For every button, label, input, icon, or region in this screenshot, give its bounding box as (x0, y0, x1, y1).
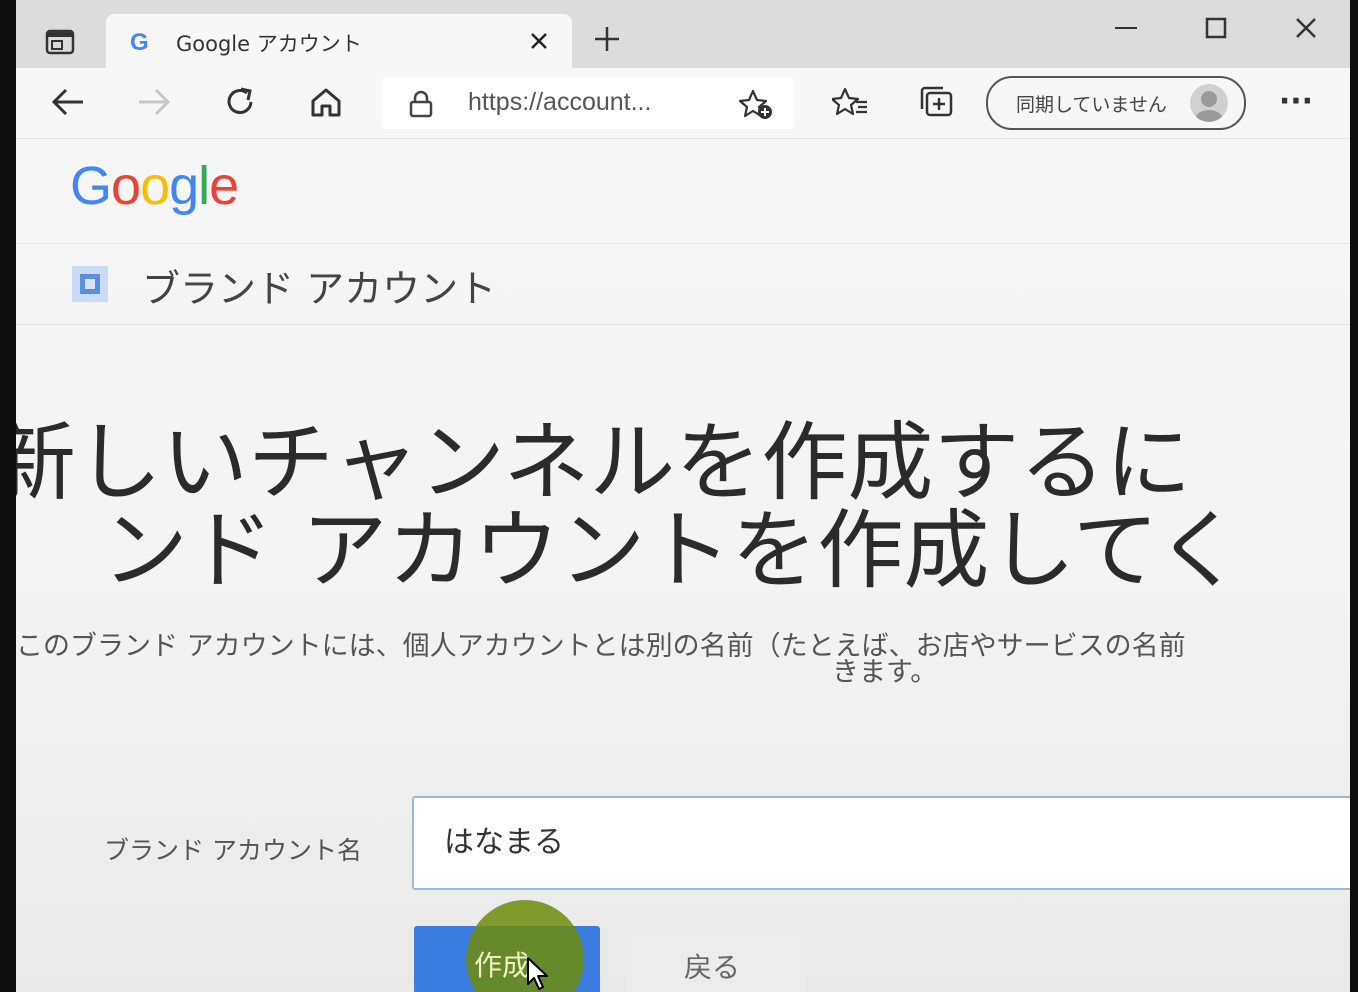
close-icon (1296, 18, 1316, 38)
maximize-button[interactable] (1186, 12, 1246, 44)
brand-account-header: ブランド アカウント (16, 244, 1350, 325)
brand-account-name-input[interactable]: はなまる (412, 796, 1350, 890)
back-button[interactable] (46, 82, 90, 122)
google-header: Google (16, 139, 1350, 244)
profile-avatar-icon (1190, 84, 1228, 122)
create-button[interactable]: 作成 (414, 900, 600, 992)
create-button-label: 作成 (474, 949, 531, 982)
refresh-button[interactable] (218, 82, 262, 122)
page-content: Google ブランド アカウント 新しいチャンネルを作成するに ンド アカウン… (16, 139, 1350, 992)
tab-actions-icon (45, 29, 75, 55)
collections-button[interactable] (914, 82, 958, 122)
headline-line-1: 新しいチャンネルを作成するに (16, 413, 1192, 513)
forward-arrow-icon (139, 88, 171, 116)
browser-tab[interactable]: G Google アカウント (106, 14, 572, 68)
forward-button[interactable] (132, 82, 176, 122)
tab-close-icon[interactable] (530, 32, 548, 50)
favorites-icon (832, 87, 867, 116)
url-text[interactable]: https://account... (468, 88, 651, 117)
description-text: このブランド アカウントには、個人アカウントとは別の名前（たとえば、お店やサービ… (16, 631, 1186, 687)
back-arrow-icon (51, 88, 83, 116)
home-icon (311, 88, 341, 117)
google-logo[interactable]: Google (70, 155, 239, 217)
close-window-button[interactable] (1276, 12, 1336, 44)
back-button-label: 戻る (684, 951, 741, 984)
headline-line-2: ンド アカウントを作成してく (102, 501, 1243, 601)
description-line-1: このブランド アカウントには、個人アカウントとは別の名前（たとえば、お店やサービ… (16, 631, 1186, 662)
collections-icon (920, 86, 953, 117)
more-menu-button[interactable]: ··· (1274, 82, 1318, 122)
tab-title: Google アカウント (176, 32, 362, 56)
minimize-button[interactable] (1096, 12, 1156, 44)
address-bar[interactable]: https://account... (382, 77, 794, 129)
sync-status-button[interactable]: 同期していません (986, 76, 1246, 130)
favorites-button[interactable] (828, 82, 872, 122)
brand-account-icon (72, 266, 108, 302)
browser-window: G Google アカウント https://account... 同期していま… (16, 0, 1350, 992)
add-favorite-icon[interactable] (738, 88, 774, 120)
more-icon: ··· (1278, 84, 1314, 119)
title-bar: G Google アカウント (16, 0, 1350, 68)
description-line-2: きます。 (832, 657, 938, 688)
brand-account-name-label: ブランド アカウント名 (104, 836, 362, 865)
tab-actions-button[interactable] (38, 22, 82, 62)
home-button[interactable] (304, 82, 348, 122)
svg-text:G: G (130, 29, 149, 54)
new-tab-icon[interactable] (592, 24, 622, 54)
minimize-icon (1115, 27, 1137, 29)
google-favicon-icon: G (130, 29, 149, 54)
sync-status-label: 同期していません (1016, 94, 1167, 116)
refresh-icon (227, 87, 253, 114)
navigation-bar: https://account... 同期していません ··· (16, 68, 1350, 139)
maximize-icon (1205, 17, 1227, 39)
mouse-cursor-icon (527, 957, 548, 990)
brand-account-title: ブランド アカウント (142, 267, 497, 311)
lock-icon[interactable] (408, 90, 434, 118)
back-page-button[interactable]: 戻る (626, 930, 806, 992)
